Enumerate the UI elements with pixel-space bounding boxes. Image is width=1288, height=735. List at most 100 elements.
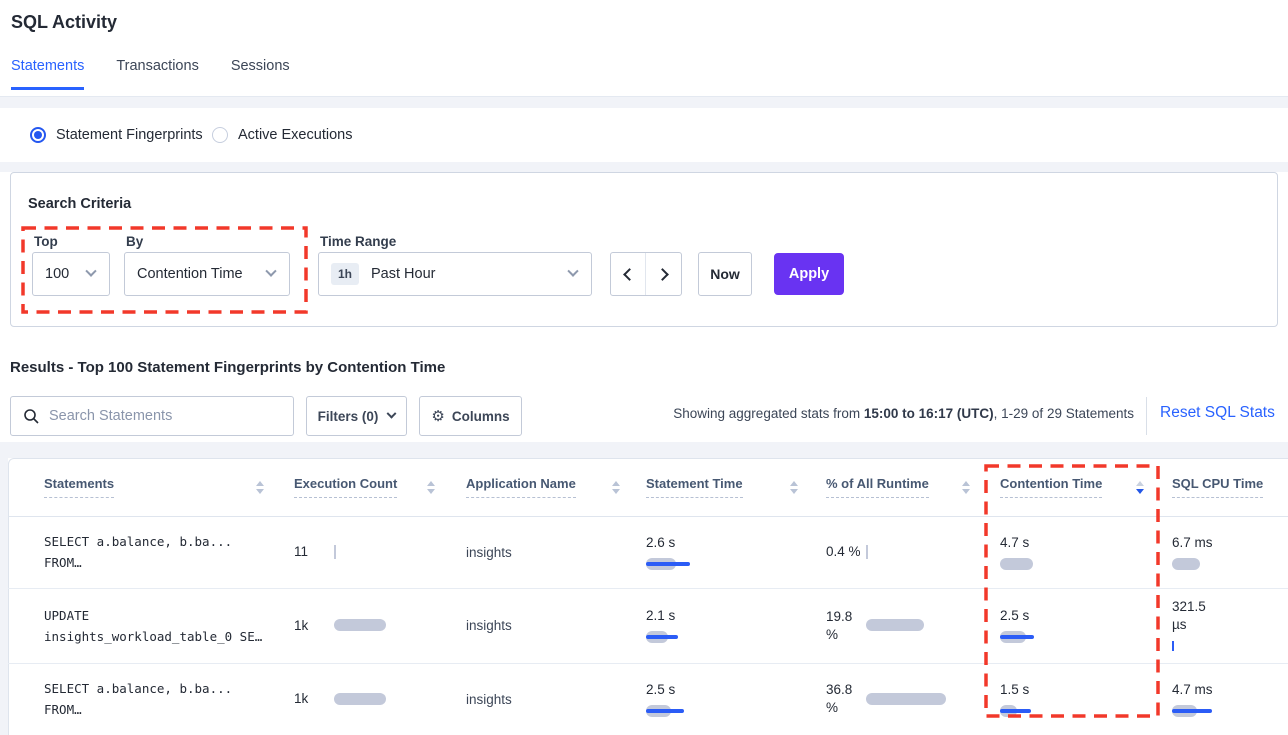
cell-sql_cpu_time: 321.5µs (1172, 588, 1282, 663)
metric-value: 2.1 s (646, 607, 796, 625)
radio-unselected-icon (212, 127, 228, 143)
metric-value: 36.8% (826, 681, 866, 717)
bar-segment (1000, 558, 1033, 570)
sort-asc-icon (790, 481, 798, 486)
section-gap (0, 442, 1288, 458)
metric-bar (1000, 631, 1140, 644)
search-statements-box (10, 396, 294, 436)
next-time-button[interactable] (646, 253, 681, 295)
apply-button[interactable]: Apply (774, 253, 844, 295)
bar-segment (646, 635, 678, 639)
sort-icon-statement_time[interactable] (790, 458, 798, 516)
sort-asc-icon (612, 481, 620, 486)
metric-value: 19.8% (826, 608, 866, 644)
cell-statements[interactable]: UPDATEinsights_workload_table_0 SE… (44, 588, 284, 663)
sort-asc-icon (427, 481, 435, 486)
statement-fingerprint-text[interactable]: SELECT a.balance, b.ba...FROM… (44, 678, 284, 720)
metric-value: 4.7 s (1000, 534, 1140, 552)
top-select-value: 100 (45, 266, 69, 282)
sort-icon-contention_time[interactable] (1136, 458, 1144, 516)
metric-bar (1172, 705, 1282, 718)
sort-icon-statements[interactable] (256, 458, 264, 516)
prev-time-button[interactable] (611, 253, 646, 295)
column-header-label: SQL CPU Time (1172, 476, 1263, 498)
bar-segment (1172, 641, 1174, 651)
column-header-sql_cpu_time[interactable]: SQL CPU Time (1172, 458, 1263, 516)
cell-execution_count: 1k (294, 588, 444, 663)
time-range-select[interactable]: 1h Past Hour (318, 252, 592, 296)
metric-bar (646, 705, 796, 718)
sort-asc-icon (256, 481, 264, 486)
column-header-application_name[interactable]: Application Name (466, 458, 576, 516)
top-label: Top (34, 234, 58, 249)
column-header-label: Execution Count (294, 476, 397, 498)
divider (1146, 397, 1147, 435)
metric-value: 11 (294, 543, 334, 561)
top-select[interactable]: 100 (32, 252, 110, 296)
metric-value: 6.7 ms (1172, 534, 1282, 552)
bar-segment (1000, 635, 1034, 639)
cell-pct_runtime: 0.4 % (826, 516, 976, 588)
header-divider (0, 96, 1288, 97)
radio-statement-fingerprints[interactable]: Statement Fingerprints (30, 127, 203, 143)
sort-desc-icon (962, 489, 970, 494)
metric-value: 2.5 s (1000, 607, 1140, 625)
tab-transactions[interactable]: Transactions (116, 58, 198, 90)
metric-bar (1172, 558, 1282, 571)
view-toggle-band: Statement Fingerprints Active Executions… (0, 108, 1288, 162)
column-header-statement_time[interactable]: Statement Time (646, 458, 743, 516)
bar-segment (334, 619, 386, 631)
bar-segment (334, 545, 336, 559)
by-select[interactable]: Contention Time (124, 252, 290, 296)
column-header-execution_count[interactable]: Execution Count (294, 458, 397, 516)
sort-asc-icon (962, 481, 970, 486)
reset-sql-stats-link[interactable]: Reset SQL Stats (1160, 404, 1275, 422)
column-header-label: Contention Time (1000, 476, 1102, 498)
results-heading: Results - Top 100 Statement Fingerprints… (10, 359, 445, 376)
cell-statement_time: 2.6 s (646, 516, 796, 588)
metric-value: 1.5 s (1000, 681, 1140, 699)
tab-sessions[interactable]: Sessions (231, 58, 290, 90)
cell-statement_time: 2.5 s (646, 663, 796, 735)
filters-button[interactable]: Filters (0) (306, 396, 407, 436)
column-header-label: Application Name (466, 476, 576, 498)
metric-value: µs (1172, 616, 1282, 634)
columns-button[interactable]: ⚙ Columns (419, 396, 522, 436)
bar-segment (1172, 558, 1200, 570)
statement-fingerprint-text[interactable]: UPDATEinsights_workload_table_0 SE… (44, 605, 284, 647)
section-gap (0, 97, 1288, 108)
bar-segment (334, 693, 386, 705)
bar-segment (866, 693, 946, 705)
cell-statements[interactable]: SELECT a.balance, b.ba...FROM… (44, 516, 284, 588)
aggregated-stats-text: Showing aggregated stats from 15:00 to 1… (673, 406, 1134, 421)
search-statements-input[interactable] (49, 408, 269, 424)
metric-bar (1172, 640, 1282, 653)
metric-value: 1k (294, 690, 334, 708)
column-header-pct_runtime[interactable]: % of All Runtime (826, 458, 929, 516)
cell-execution_count: 11 (294, 516, 444, 588)
cell-sql_cpu_time: 6.7 ms (1172, 516, 1282, 588)
statement-fingerprint-text[interactable]: SELECT a.balance, b.ba...FROM… (44, 531, 284, 573)
now-button[interactable]: Now (698, 252, 752, 296)
chevron-down-icon (265, 266, 276, 277)
sort-icon-execution_count[interactable] (427, 458, 435, 516)
metric-value: 4.7 ms (1172, 681, 1282, 699)
sort-icon-application_name[interactable] (612, 458, 620, 516)
sort-desc-icon (256, 489, 264, 494)
metric-value: 2.6 s (646, 534, 796, 552)
application-name-value: insights (466, 618, 616, 633)
column-header-statements[interactable]: Statements (44, 458, 114, 516)
search-criteria-heading: Search Criteria (28, 196, 131, 212)
cell-sql_cpu_time: 4.7 ms (1172, 663, 1282, 735)
sort-icon-pct_runtime[interactable] (962, 458, 970, 516)
sort-desc-icon (790, 489, 798, 494)
tab-bar: Statements Transactions Sessions (11, 58, 322, 90)
sort-desc-icon (612, 489, 620, 494)
search-criteria-card (10, 172, 1278, 327)
column-header-contention_time[interactable]: Contention Time (1000, 458, 1102, 516)
tab-statements[interactable]: Statements (11, 58, 84, 90)
bar-segment (866, 545, 868, 559)
cell-statements[interactable]: SELECT a.balance, b.ba...FROM… (44, 663, 284, 735)
application-name-value: insights (466, 692, 616, 707)
radio-active-executions[interactable]: Active Executions (212, 127, 352, 143)
